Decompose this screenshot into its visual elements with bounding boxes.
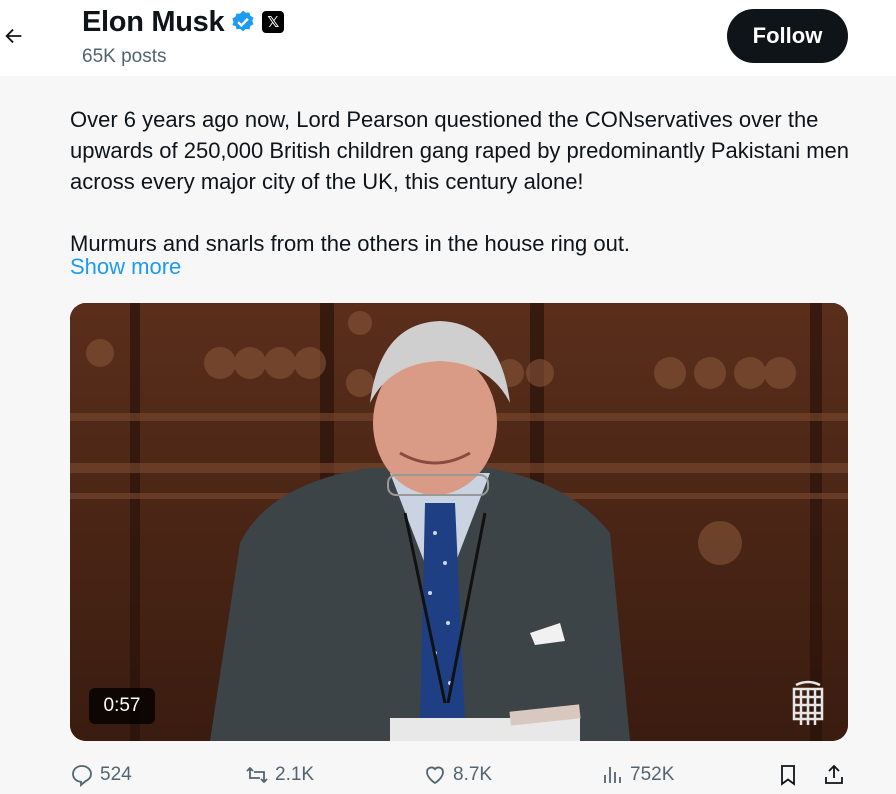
bookmark-button[interactable] (776, 760, 800, 790)
share-button[interactable] (822, 760, 846, 790)
video-player[interactable]: 0:57 (70, 303, 848, 741)
reply-button[interactable]: 524 (70, 760, 132, 790)
analytics-icon (604, 767, 621, 783)
video-frame-image (70, 303, 848, 741)
tweet-actions: 524 2.1K 8.7K 752K (70, 760, 850, 790)
back-button[interactable] (0, 22, 28, 50)
repost-button[interactable]: 2.1K (245, 760, 314, 790)
verified-badge-icon[interactable] (230, 9, 256, 35)
tweet-text: Over 6 years ago now, Lord Pearson quest… (70, 107, 850, 256)
like-button[interactable]: 8.7K (423, 760, 492, 790)
follow-button[interactable]: Follow (727, 9, 848, 63)
author-name-row: Elon Musk 𝕏 (82, 4, 285, 40)
x-affiliation-badge[interactable]: 𝕏 (262, 11, 285, 33)
like-count: 8.7K (453, 764, 493, 785)
view-count: 752K (630, 764, 675, 785)
views-button[interactable]: 752K (600, 760, 674, 790)
heart-icon (426, 766, 444, 785)
arrow-left-icon (5, 28, 22, 44)
repost-icon (246, 766, 268, 784)
reply-icon (72, 765, 92, 787)
share-icon (825, 764, 843, 784)
tweet-body: Over 6 years ago now, Lord Pearson quest… (0, 76, 896, 794)
profile-header: Elon Musk 𝕏 65K posts Follow (0, 0, 896, 76)
author-name[interactable]: Elon Musk (82, 6, 225, 39)
show-more-link[interactable]: Show more (70, 254, 181, 280)
bookmark-icon (781, 765, 795, 786)
reply-count: 524 (100, 764, 132, 785)
portcullis-icon (792, 680, 824, 725)
post-count: 65K posts (82, 46, 167, 67)
video-duration-badge: 0:57 (89, 688, 155, 724)
repost-count: 2.1K (275, 764, 315, 785)
